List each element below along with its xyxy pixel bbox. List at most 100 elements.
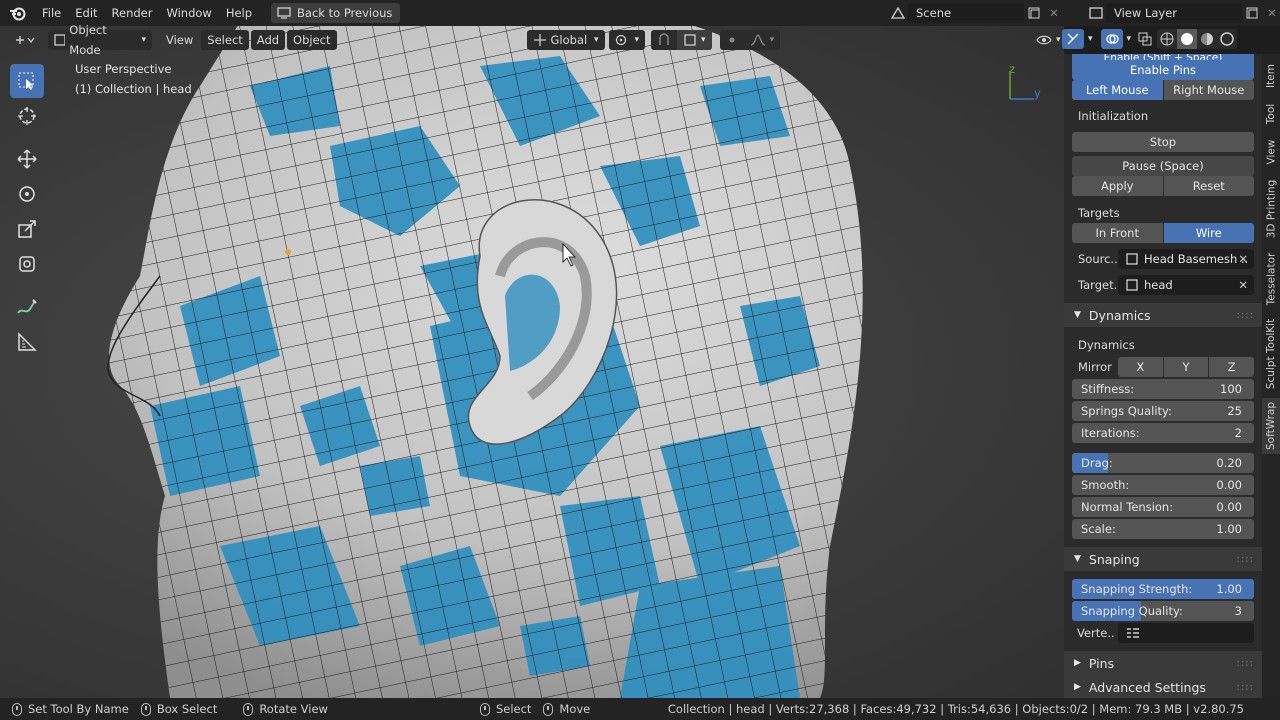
pause-button[interactable]: Pause (Space): [1072, 156, 1254, 176]
menu-add[interactable]: Add: [250, 30, 286, 50]
target-object-field[interactable]: head ✕: [1118, 275, 1254, 295]
drag-handle-icon[interactable]: ::::: [1237, 554, 1254, 565]
vertex-group-icon: [1127, 628, 1139, 638]
snapping-strength-slider[interactable]: Snapping Strength: 1.00: [1072, 579, 1254, 599]
advanced-settings-section-header[interactable]: ▶ Advanced Settings ::::: [1064, 675, 1262, 698]
solid-shading-icon[interactable]: [1177, 29, 1198, 49]
scene-selector[interactable]: Scene ✕: [888, 3, 1064, 23]
snap-toggle-icon[interactable]: [651, 30, 677, 50]
wire-button[interactable]: Wire: [1163, 223, 1254, 243]
drag-handle-icon[interactable]: ::::: [1237, 682, 1254, 693]
pause-row: Pause (Space): [1072, 156, 1254, 176]
transform-orientation-dropdown[interactable]: Global ▾: [526, 30, 605, 50]
slider-label: Snapping Strength:: [1081, 582, 1193, 596]
pins-section-title: Pins: [1088, 655, 1115, 671]
snapping-quality-slider[interactable]: Snapping Quality: 3: [1072, 601, 1254, 621]
smooth-slider[interactable]: Smooth: 0.00: [1072, 475, 1254, 495]
vertex-group-field[interactable]: [1118, 623, 1254, 643]
back-to-previous-button[interactable]: Back to Previous: [271, 3, 401, 23]
remove-scene-icon[interactable]: ✕: [1044, 3, 1064, 23]
overlays-dropdown[interactable]: ▾: [1125, 29, 1134, 49]
object-mode-dropdown[interactable]: Object Mode ▾: [48, 23, 152, 57]
snap-target-icon[interactable]: ▾: [677, 30, 712, 50]
tab-3d-printing[interactable]: 3D Printing: [1262, 174, 1280, 244]
xray-toggle-icon[interactable]: [1135, 29, 1155, 49]
viewport-collection-label: (1) Collection | head: [75, 82, 192, 96]
apply-button[interactable]: Apply: [1072, 176, 1164, 196]
tab-tool[interactable]: Tool: [1262, 98, 1280, 130]
dynamics-section-header[interactable]: ▼ Dynamics ::::: [1064, 303, 1262, 327]
sidebar-tabs: Item Tool View 3D Printing Tesselator Sc…: [1262, 54, 1280, 698]
menu-help[interactable]: Help: [219, 2, 259, 24]
view-layer-selector[interactable]: View Layer ✕: [1086, 3, 1280, 23]
blender-logo-icon[interactable]: [7, 2, 29, 24]
status-select-label: Select: [495, 702, 532, 716]
mirror-x-button[interactable]: X: [1118, 357, 1164, 377]
tab-tesselator[interactable]: Tesselator: [1262, 248, 1280, 310]
cursor-tool-icon[interactable]: [10, 99, 44, 133]
clear-source-icon[interactable]: ✕: [1238, 252, 1248, 266]
status-select: Select: [479, 702, 532, 716]
slider-value: 1.00: [1216, 522, 1242, 536]
rendered-shading-icon[interactable]: [1217, 29, 1237, 49]
vertex-group-label: Verte..: [1077, 626, 1115, 640]
proportional-edit-icon[interactable]: [720, 30, 744, 50]
snaping-section-header[interactable]: ▼ Snaping ::::: [1064, 547, 1262, 571]
move-tool-icon[interactable]: [10, 142, 44, 176]
scene-name-field[interactable]: Scene: [908, 3, 1024, 23]
clear-target-icon[interactable]: ✕: [1238, 278, 1248, 292]
wireframe-shading-icon[interactable]: [1157, 29, 1177, 49]
mirror-y-button[interactable]: Y: [1163, 357, 1210, 377]
editor-type-button[interactable]: [8, 30, 42, 50]
menu-window[interactable]: Window: [159, 2, 218, 24]
pivot-point-dropdown[interactable]: ▾: [608, 30, 646, 50]
source-object-field[interactable]: Head Basemesh .. ✕: [1118, 249, 1254, 269]
overlays-toggle-icon[interactable]: [1100, 29, 1123, 49]
tab-view[interactable]: View: [1262, 132, 1280, 172]
gizmo-dropdown[interactable]: ▾: [1086, 29, 1095, 49]
view-layer-name-field[interactable]: View Layer: [1106, 3, 1242, 23]
object-icon: [1126, 279, 1138, 291]
reset-button[interactable]: Reset: [1163, 176, 1254, 196]
mirror-z-button[interactable]: Z: [1209, 357, 1255, 377]
right-mouse-button[interactable]: Right Mouse: [1163, 80, 1254, 100]
new-view-layer-icon[interactable]: [1242, 3, 1262, 23]
drag-slider[interactable]: Drag: 0.20: [1072, 453, 1254, 473]
gizmo-toggle-icon[interactable]: [1062, 29, 1084, 49]
new-scene-icon[interactable]: [1024, 3, 1044, 23]
menu-object[interactable]: Object: [287, 30, 337, 50]
stiffness-slider[interactable]: Stiffness: 100: [1072, 379, 1254, 399]
tab-item[interactable]: Item: [1262, 54, 1280, 98]
menu-view[interactable]: View: [160, 30, 199, 50]
menu-file[interactable]: File: [35, 2, 68, 24]
menu-select[interactable]: Select: [201, 30, 249, 50]
stop-button[interactable]: Stop: [1072, 132, 1254, 152]
scale-tool-icon[interactable]: [10, 212, 44, 246]
left-mouse-button[interactable]: Left Mouse: [1072, 80, 1164, 100]
scale-slider[interactable]: Scale: 1.00: [1072, 519, 1254, 539]
material-shading-icon[interactable]: [1197, 29, 1217, 49]
iterations-slider[interactable]: Iterations: 2: [1072, 423, 1254, 443]
3d-viewport[interactable]: [0, 26, 1064, 698]
transform-tool-icon[interactable]: [10, 247, 44, 281]
in-front-button[interactable]: In Front: [1072, 223, 1164, 243]
slider-label: Scale:: [1081, 522, 1116, 536]
annotate-tool-icon[interactable]: [10, 290, 44, 324]
select-box-tool-icon[interactable]: [10, 64, 44, 98]
pins-section-header[interactable]: ▶ Pins ::::: [1064, 651, 1262, 675]
falloff-curve-icon[interactable]: ▾: [744, 30, 781, 50]
normal-tension-slider[interactable]: Normal Tension: 0.00: [1072, 497, 1254, 517]
rotate-tool-icon[interactable]: [10, 177, 44, 211]
measure-tool-icon[interactable]: [10, 325, 44, 359]
drag-handle-icon[interactable]: ::::: [1237, 310, 1254, 321]
drag-handle-icon[interactable]: ::::: [1237, 658, 1254, 669]
tab-label: 3D Printing: [1265, 179, 1277, 239]
tab-softwrap[interactable]: SoftWrap: [1262, 398, 1280, 454]
remove-view-layer-icon[interactable]: ✕: [1262, 3, 1280, 23]
enable-pins-button[interactable]: Enable Pins: [1072, 60, 1254, 80]
tab-sculpt-toolkit[interactable]: Sculpt ToolKit: [1262, 314, 1280, 394]
springs-quality-slider[interactable]: Springs Quality: 25: [1072, 401, 1254, 421]
viewport-header: Object Mode ▾ View Select Add Object Glo…: [0, 23, 1064, 57]
chevron-down-icon: ▾: [593, 35, 599, 45]
status-move: Move: [543, 702, 590, 716]
